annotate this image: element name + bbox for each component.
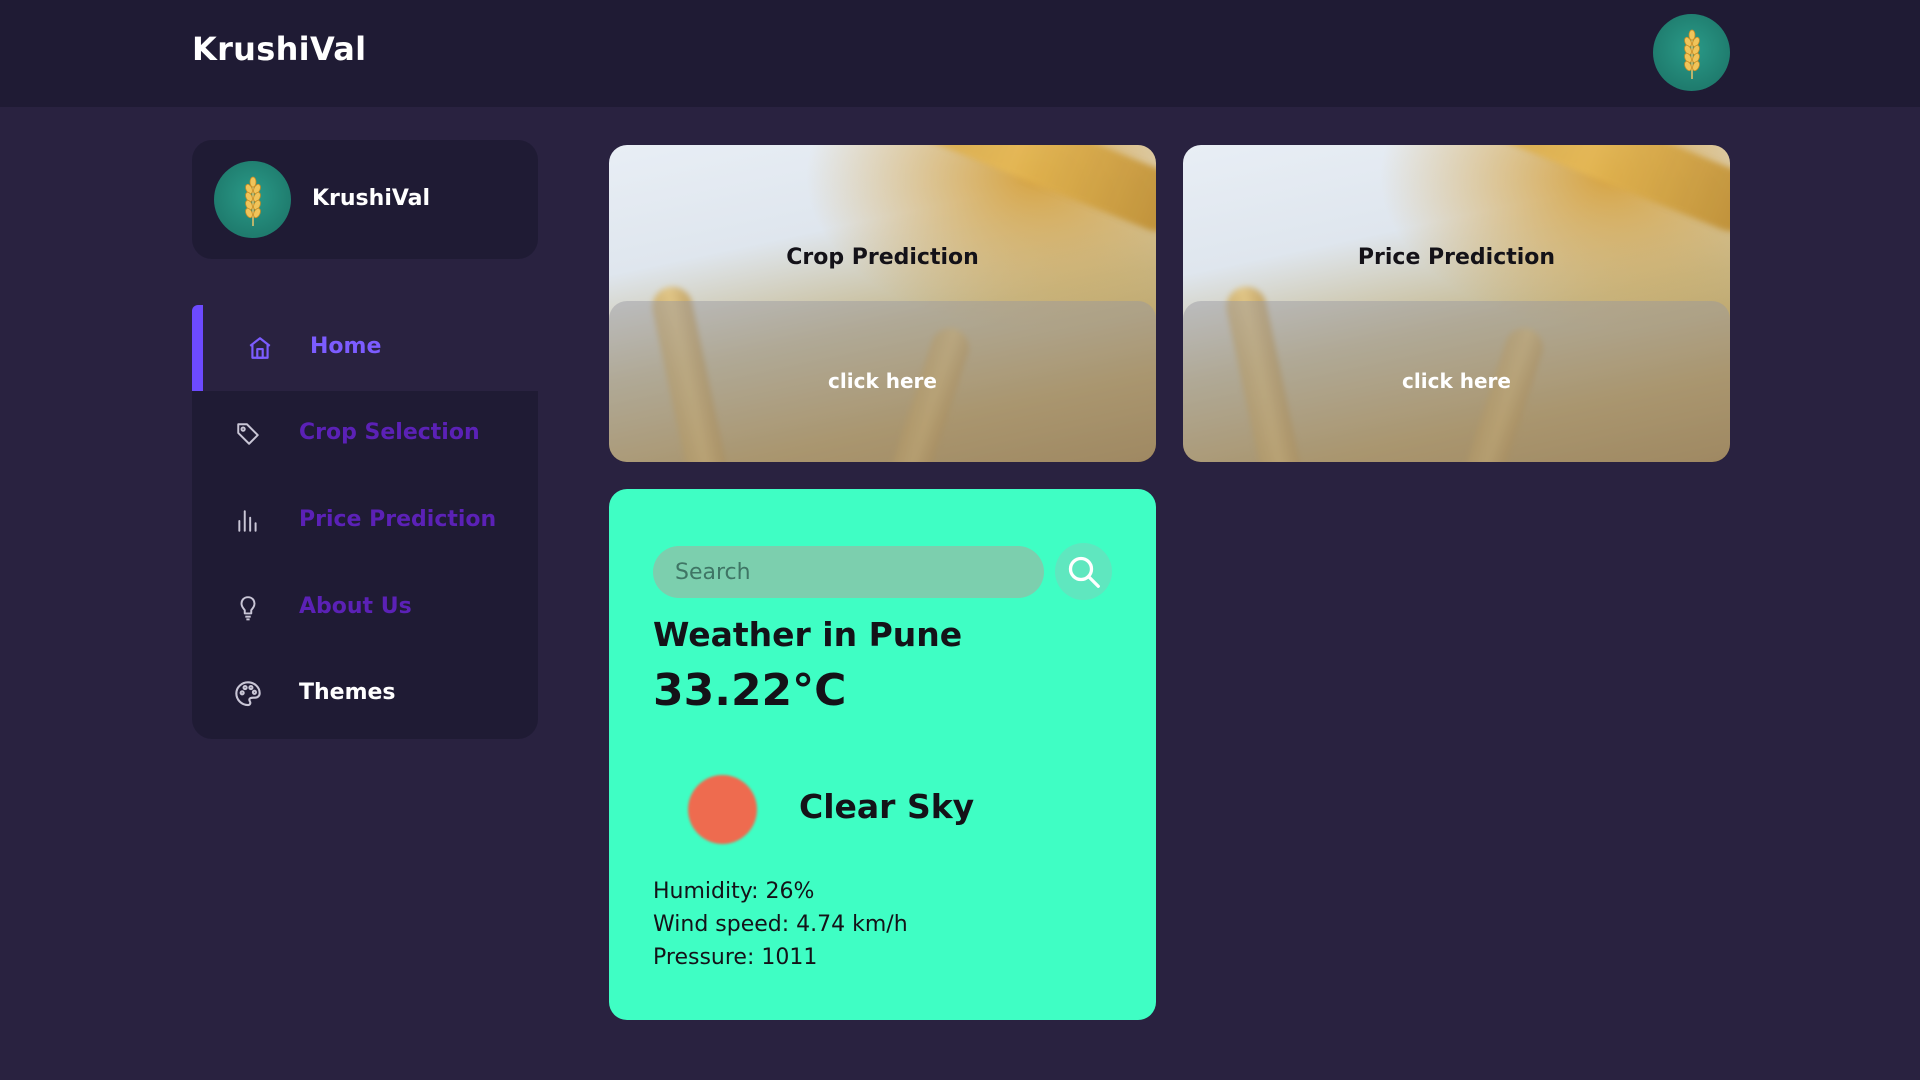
card-title: Price Prediction bbox=[1357, 245, 1556, 270]
wheat-image bbox=[840, 145, 1156, 241]
sidebar-item-label: Price Prediction bbox=[299, 507, 497, 532]
sidebar-item-crop-selection[interactable]: Crop Selection bbox=[192, 391, 538, 477]
profile-name: KrushiVal bbox=[312, 186, 431, 211]
lightbulb-icon bbox=[234, 594, 262, 622]
sidebar-item-about-us[interactable]: About Us bbox=[192, 565, 538, 651]
weather-wind: Wind speed: 4.74 km/h bbox=[653, 912, 908, 937]
tag-icon bbox=[234, 420, 262, 448]
card-title: Crop Prediction bbox=[786, 245, 979, 270]
active-indicator bbox=[192, 305, 203, 391]
weather-temperature: 33.22°C bbox=[653, 665, 847, 716]
sidebar-item-price-prediction[interactable]: Price Prediction bbox=[192, 478, 538, 564]
brand-title[interactable]: KrushiVal bbox=[192, 30, 366, 68]
bar-chart-icon bbox=[234, 507, 262, 535]
sidebar-item-themes[interactable]: Themes bbox=[192, 651, 538, 737]
user-avatar[interactable] bbox=[1653, 14, 1730, 91]
wheat-icon bbox=[1683, 29, 1700, 79]
sidebar-item-label: About Us bbox=[299, 594, 412, 619]
card-click-overlay[interactable]: click here bbox=[609, 301, 1156, 462]
weather-condition: Clear Sky bbox=[799, 787, 975, 826]
price-prediction-card[interactable]: Price Prediction click here bbox=[1183, 145, 1730, 462]
sidebar-item-label: Themes bbox=[299, 680, 396, 705]
sun-icon bbox=[688, 775, 757, 844]
weather-pressure: Pressure: 1011 bbox=[653, 945, 818, 970]
search-button[interactable] bbox=[1055, 543, 1112, 600]
sidebar-item-label: Crop Selection bbox=[299, 420, 480, 445]
sidebar-menu: Home Crop Selection Price Prediction Abo… bbox=[192, 305, 538, 739]
card-click-overlay[interactable]: click here bbox=[1183, 301, 1730, 462]
click-here-link[interactable]: click here bbox=[1183, 369, 1730, 393]
crop-prediction-card[interactable]: Crop Prediction click here bbox=[609, 145, 1156, 462]
search-icon bbox=[1068, 556, 1100, 588]
wheat-image bbox=[1414, 145, 1730, 241]
palette-icon bbox=[234, 680, 262, 708]
top-bar: KrushiVal bbox=[0, 0, 1920, 107]
sidebar-item-label: Home bbox=[310, 334, 382, 359]
sidebar-item-home[interactable]: Home bbox=[192, 305, 538, 391]
city-search-input[interactable] bbox=[653, 546, 1044, 598]
profile-card: KrushiVal bbox=[192, 140, 538, 259]
home-icon bbox=[246, 334, 274, 362]
click-here-link[interactable]: click here bbox=[609, 369, 1156, 393]
weather-humidity: Humidity: 26% bbox=[653, 879, 815, 904]
weather-city: Weather in Pune bbox=[653, 615, 963, 654]
profile-avatar bbox=[214, 161, 291, 238]
weather-card: Weather in Pune 33.22°C Clear Sky Humidi… bbox=[609, 489, 1156, 1020]
wheat-icon bbox=[244, 176, 261, 226]
